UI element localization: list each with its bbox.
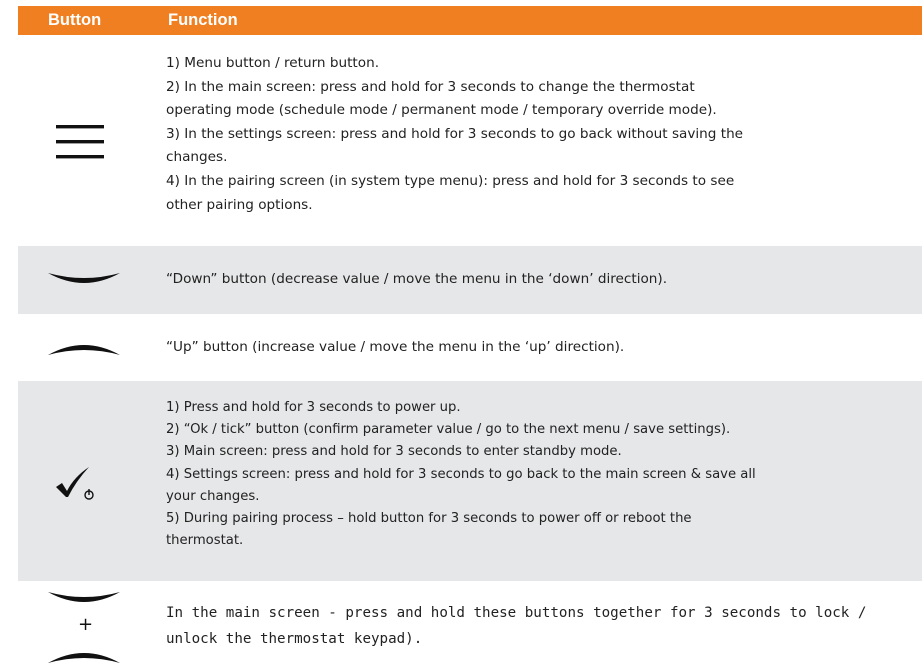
menu-icon xyxy=(56,125,104,159)
text-line: 3) In the settings screen: press and hol… xyxy=(166,125,744,142)
text-line: changes. xyxy=(166,149,228,166)
chevron-up-icon xyxy=(48,339,120,357)
text-line: 2) In the main screen: press and hold fo… xyxy=(166,78,695,95)
text-line: 1) Menu button / return button. xyxy=(166,55,380,71)
table-row-ok: 1) Press and hold for 3 seconds to power… xyxy=(18,381,922,581)
text-line: your changes. xyxy=(166,488,260,504)
down-plus-up-icon: + xyxy=(48,590,120,663)
header-button: Button xyxy=(48,11,102,29)
row-description: “Down” button (decrease value / move the… xyxy=(166,268,667,292)
table-row-down: “Down” button (decrease value / move the… xyxy=(18,246,922,314)
text-line: thermostat. xyxy=(166,533,244,549)
row-description: 1) Press and hold for 3 seconds to power… xyxy=(166,397,756,552)
table-row-lock: + In the main screen - press and hold th… xyxy=(18,581,922,663)
row-description: In the main screen - press and hold thes… xyxy=(166,600,866,652)
header-function: Function xyxy=(168,11,238,29)
text-line: “Up” button (increase value / move the m… xyxy=(166,339,625,355)
table-row-up: “Up” button (increase value / move the m… xyxy=(18,314,922,381)
chevron-down-icon xyxy=(48,271,120,289)
text-line: unlock the thermostat keypad). xyxy=(166,631,423,647)
text-line: In the main screen - press and hold thes… xyxy=(166,605,867,621)
text-line: other pairing options. xyxy=(166,196,313,213)
button-function-table: Button Function 1) Menu button / return … xyxy=(0,0,922,663)
text-line: 3) Main screen: press and hold for 3 sec… xyxy=(166,444,622,460)
text-line: operating mode (schedule mode / permanen… xyxy=(166,102,717,119)
tick-power-icon xyxy=(56,467,96,503)
row-description: 1) Menu button / return button. 2) In th… xyxy=(166,52,743,217)
table-header: Button Function xyxy=(18,6,922,35)
plus-sign: + xyxy=(78,614,94,635)
text-line: 2) “Ok / tick” button (confirm parameter… xyxy=(166,422,731,438)
text-line: 4) Settings screen: press and hold for 3… xyxy=(166,466,756,482)
text-line: 1) Press and hold for 3 seconds to power… xyxy=(166,400,461,415)
text-line: “Down” button (decrease value / move the… xyxy=(166,271,668,287)
text-line: 4) In the pairing screen (in system type… xyxy=(166,172,735,189)
table-row-menu: 1) Menu button / return button. 2) In th… xyxy=(18,35,922,246)
row-description: “Up” button (increase value / move the m… xyxy=(166,336,624,360)
text-line: 5) During pairing process – hold button … xyxy=(166,511,692,527)
